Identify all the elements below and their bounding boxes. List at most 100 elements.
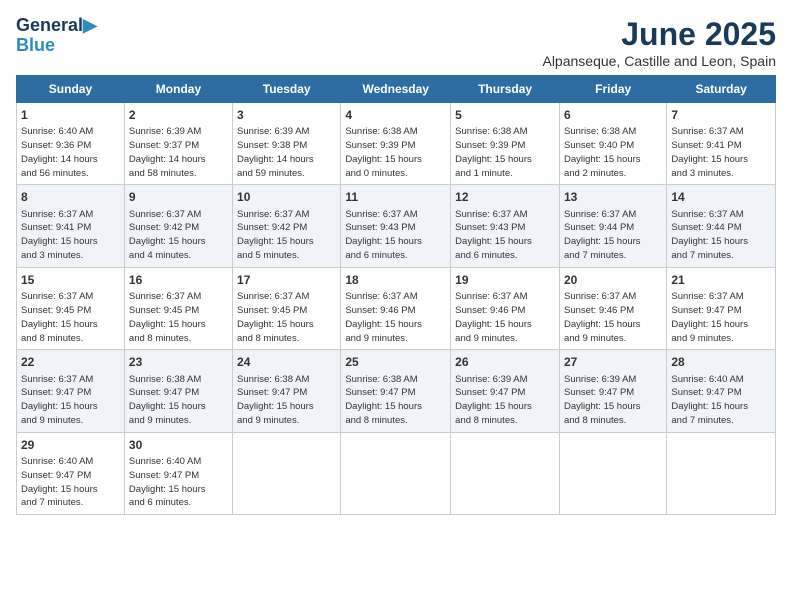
day-cell: 25Sunrise: 6:38 AM Sunset: 9:47 PM Dayli… xyxy=(341,350,451,432)
day-cell: 15 Sunrise: 6:37 AM Sunset: 9:45 PM Dayli… xyxy=(17,267,125,349)
day-number: 23 xyxy=(129,354,228,370)
day-cell: 26Sunrise: 6:39 AM Sunset: 9:47 PM Dayli… xyxy=(451,350,560,432)
day-number: 18 xyxy=(345,272,446,288)
day-cell xyxy=(451,432,560,514)
day-number: 13 xyxy=(564,189,662,205)
day-number: 17 xyxy=(237,272,336,288)
header-row: SundayMondayTuesdayWednesdayThursdayFrid… xyxy=(17,76,776,103)
day-info: Sunrise: 6:37 AM Sunset: 9:46 PM Dayligh… xyxy=(455,291,532,343)
day-cell: 11 Sunrise: 6:37 AM Sunset: 9:43 PM Dayli… xyxy=(341,185,451,267)
day-number: 14 xyxy=(671,189,771,205)
day-number: 22 xyxy=(21,354,120,370)
day-cell: 4Sunrise: 6:38 AM Sunset: 9:39 PM Daylig… xyxy=(341,103,451,185)
day-number: 21 xyxy=(671,272,771,288)
calendar-header: SundayMondayTuesdayWednesdayThursdayFrid… xyxy=(17,76,776,103)
page-header: General▶ Blue June 2025 Alpanseque, Cast… xyxy=(16,16,776,69)
header-cell-thursday: Thursday xyxy=(451,76,560,103)
day-info: Sunrise: 6:37 AM Sunset: 9:44 PM Dayligh… xyxy=(671,209,748,261)
week-row-1: 1 Sunrise: 6:40 AM Sunset: 9:36 PM Daylig… xyxy=(17,103,776,185)
day-info: Sunrise: 6:38 AM Sunset: 9:47 PM Dayligh… xyxy=(237,374,314,426)
day-cell: 29 Sunrise: 6:40 AM Sunset: 9:47 PM Dayli… xyxy=(17,432,125,514)
day-number: 5 xyxy=(455,107,555,123)
day-info: Sunrise: 6:37 AM Sunset: 9:47 PM Dayligh… xyxy=(671,291,748,343)
day-info: Sunrise: 6:38 AM Sunset: 9:39 PM Dayligh… xyxy=(345,126,422,178)
day-cell: 12Sunrise: 6:37 AM Sunset: 9:43 PM Dayli… xyxy=(451,185,560,267)
day-cell: 2 Sunrise: 6:39 AM Sunset: 9:37 PM Daylig… xyxy=(124,103,232,185)
day-number: 29 xyxy=(21,437,120,453)
day-number: 6 xyxy=(564,107,662,123)
day-number: 27 xyxy=(564,354,662,370)
day-cell: 22 Sunrise: 6:37 AM Sunset: 9:47 PM Dayli… xyxy=(17,350,125,432)
day-info: Sunrise: 6:37 AM Sunset: 9:45 PM Dayligh… xyxy=(237,291,314,343)
day-number: 3 xyxy=(237,107,336,123)
day-cell: 18 Sunrise: 6:37 AM Sunset: 9:46 PM Dayli… xyxy=(341,267,451,349)
header-cell-sunday: Sunday xyxy=(17,76,125,103)
day-number: 28 xyxy=(671,354,771,370)
day-info: Sunrise: 6:37 AM Sunset: 9:47 PM Dayligh… xyxy=(21,374,98,426)
day-number: 8 xyxy=(21,189,120,205)
logo: General▶ Blue xyxy=(16,16,97,56)
day-cell: 30 Sunrise: 6:40 AM Sunset: 9:47 PM Dayli… xyxy=(124,432,232,514)
day-cell: 23Sunrise: 6:38 AM Sunset: 9:47 PM Dayli… xyxy=(124,350,232,432)
day-info: Sunrise: 6:37 AM Sunset: 9:44 PM Dayligh… xyxy=(564,209,641,261)
day-cell: 21 Sunrise: 6:37 AM Sunset: 9:47 PM Dayli… xyxy=(667,267,776,349)
day-info: Sunrise: 6:37 AM Sunset: 9:41 PM Dayligh… xyxy=(671,126,748,178)
calendar-body: 1 Sunrise: 6:40 AM Sunset: 9:36 PM Daylig… xyxy=(17,103,776,515)
day-info: Sunrise: 6:39 AM Sunset: 9:38 PM Dayligh… xyxy=(237,126,314,178)
day-info: Sunrise: 6:37 AM Sunset: 9:42 PM Dayligh… xyxy=(129,209,206,261)
day-number: 7 xyxy=(671,107,771,123)
day-number: 25 xyxy=(345,354,446,370)
day-info: Sunrise: 6:38 AM Sunset: 9:40 PM Dayligh… xyxy=(564,126,641,178)
day-info: Sunrise: 6:37 AM Sunset: 9:46 PM Dayligh… xyxy=(345,291,422,343)
day-cell: 3 Sunrise: 6:39 AM Sunset: 9:38 PM Daylig… xyxy=(233,103,341,185)
day-cell: 24 Sunrise: 6:38 AM Sunset: 9:47 PM Dayli… xyxy=(233,350,341,432)
day-cell: 16 Sunrise: 6:37 AM Sunset: 9:45 PM Dayli… xyxy=(124,267,232,349)
header-cell-tuesday: Tuesday xyxy=(233,76,341,103)
day-cell: 19Sunrise: 6:37 AM Sunset: 9:46 PM Dayli… xyxy=(451,267,560,349)
day-number: 1 xyxy=(21,107,120,123)
day-info: Sunrise: 6:37 AM Sunset: 9:42 PM Dayligh… xyxy=(237,209,314,261)
day-cell: 7 Sunrise: 6:37 AM Sunset: 9:41 PM Daylig… xyxy=(667,103,776,185)
logo-triangle-icon: ▶ xyxy=(83,15,97,35)
day-info: Sunrise: 6:37 AM Sunset: 9:41 PM Dayligh… xyxy=(21,209,98,261)
day-number: 2 xyxy=(129,107,228,123)
day-number: 11 xyxy=(345,189,446,205)
day-number: 12 xyxy=(455,189,555,205)
day-cell: 9 Sunrise: 6:37 AM Sunset: 9:42 PM Daylig… xyxy=(124,185,232,267)
day-info: Sunrise: 6:37 AM Sunset: 9:45 PM Dayligh… xyxy=(21,291,98,343)
title-block: June 2025 Alpanseque, Castille and Leon,… xyxy=(542,16,776,69)
day-info: Sunrise: 6:40 AM Sunset: 9:47 PM Dayligh… xyxy=(21,456,98,508)
day-info: Sunrise: 6:38 AM Sunset: 9:39 PM Dayligh… xyxy=(455,126,532,178)
header-cell-monday: Monday xyxy=(124,76,232,103)
day-number: 9 xyxy=(129,189,228,205)
day-number: 30 xyxy=(129,437,228,453)
day-cell xyxy=(233,432,341,514)
calendar-table: SundayMondayTuesdayWednesdayThursdayFrid… xyxy=(16,75,776,515)
day-cell xyxy=(667,432,776,514)
day-number: 20 xyxy=(564,272,662,288)
header-cell-wednesday: Wednesday xyxy=(341,76,451,103)
day-cell: 5 Sunrise: 6:38 AM Sunset: 9:39 PM Daylig… xyxy=(451,103,560,185)
day-info: Sunrise: 6:37 AM Sunset: 9:46 PM Dayligh… xyxy=(564,291,641,343)
day-cell: 14 Sunrise: 6:37 AM Sunset: 9:44 PM Dayli… xyxy=(667,185,776,267)
week-row-3: 15 Sunrise: 6:37 AM Sunset: 9:45 PM Dayli… xyxy=(17,267,776,349)
day-cell: 1 Sunrise: 6:40 AM Sunset: 9:36 PM Daylig… xyxy=(17,103,125,185)
logo-text-line1: General▶ xyxy=(16,16,97,36)
day-info: Sunrise: 6:37 AM Sunset: 9:43 PM Dayligh… xyxy=(345,209,422,261)
day-number: 24 xyxy=(237,354,336,370)
day-info: Sunrise: 6:37 AM Sunset: 9:45 PM Dayligh… xyxy=(129,291,206,343)
day-info: Sunrise: 6:39 AM Sunset: 9:37 PM Dayligh… xyxy=(129,126,206,178)
logo-text-line2: Blue xyxy=(16,36,55,56)
day-info: Sunrise: 6:40 AM Sunset: 9:47 PM Dayligh… xyxy=(671,374,748,426)
day-info: Sunrise: 6:39 AM Sunset: 9:47 PM Dayligh… xyxy=(564,374,641,426)
day-info: Sunrise: 6:39 AM Sunset: 9:47 PM Dayligh… xyxy=(455,374,532,426)
day-cell: 6 Sunrise: 6:38 AM Sunset: 9:40 PM Daylig… xyxy=(559,103,666,185)
day-number: 15 xyxy=(21,272,120,288)
day-cell: 17 Sunrise: 6:37 AM Sunset: 9:45 PM Dayli… xyxy=(233,267,341,349)
day-info: Sunrise: 6:40 AM Sunset: 9:36 PM Dayligh… xyxy=(21,126,98,178)
day-cell xyxy=(341,432,451,514)
day-number: 16 xyxy=(129,272,228,288)
day-info: Sunrise: 6:40 AM Sunset: 9:47 PM Dayligh… xyxy=(129,456,206,508)
day-cell xyxy=(559,432,666,514)
day-cell: 10Sunrise: 6:37 AM Sunset: 9:42 PM Dayli… xyxy=(233,185,341,267)
